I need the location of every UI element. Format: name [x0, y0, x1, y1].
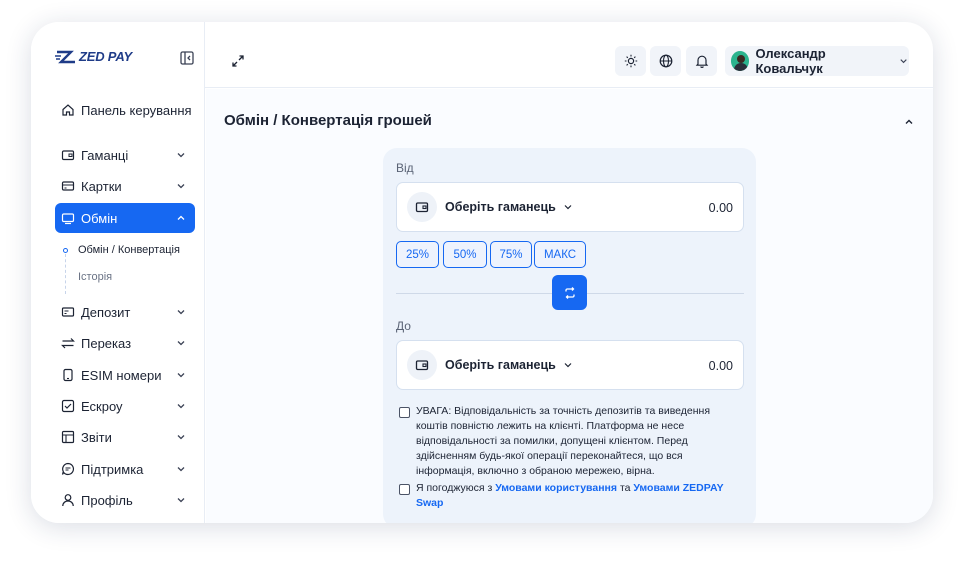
globe-icon: [659, 54, 672, 68]
user-name: Олександр Ковальчук: [755, 46, 826, 76]
sidebar-item-label: Депозит: [81, 304, 131, 320]
logo-text: ZED PAY: [79, 49, 133, 64]
swap-button[interactable]: [552, 275, 587, 310]
deposit-icon: [61, 307, 75, 317]
sidebar-item-label: Підтримка: [81, 461, 144, 477]
chevron-down-icon: [177, 341, 185, 346]
main-content: Обмін / Конвертація грошей Від Оберіть г…: [206, 89, 933, 523]
sidebar-item-deposit[interactable]: Депозит: [55, 297, 195, 327]
sidebar-item-label: Гаманці: [81, 147, 129, 163]
terms-checkbox[interactable]: [399, 484, 410, 495]
sidebar-item-support[interactable]: Підтримка: [55, 454, 195, 484]
percent-max-button[interactable]: МАКС: [534, 241, 586, 268]
from-label: Від: [396, 161, 414, 175]
support-icon: [61, 462, 75, 476]
submenu-line: [65, 254, 66, 294]
chevron-down-icon: [177, 184, 185, 189]
language-button[interactable]: [650, 46, 681, 76]
fullscreen-icon[interactable]: [231, 54, 245, 68]
app-window: ZED PAY Панель керування Гаманці Картки: [31, 22, 933, 523]
chevron-down-icon: [177, 498, 185, 503]
transfer-icon: [61, 338, 75, 349]
sidebar-item-label: Звіти: [81, 429, 112, 445]
terms-text: Я погоджуюся з Умовами користування та У…: [416, 481, 726, 511]
sidebar-item-exchange[interactable]: Обмін: [55, 203, 195, 233]
sidebar-collapse-icon[interactable]: [179, 50, 195, 66]
percent-50-button[interactable]: 50%: [443, 241, 487, 268]
chevron-down-icon: [177, 373, 185, 378]
terms-of-use-link[interactable]: Умовами користування: [495, 482, 617, 494]
sidebar-item-label: Обмін: [81, 210, 118, 226]
sidebar-item-label: ESIM номери: [81, 367, 162, 383]
submenu-item-history[interactable]: Історія: [78, 271, 112, 283]
collapse-section-icon[interactable]: [903, 116, 915, 128]
sidebar-item-cards[interactable]: Картки: [55, 171, 195, 201]
wallet-icon: [61, 150, 75, 161]
chevron-down-icon: [177, 404, 185, 409]
warning-text: УВАГА: Відповідальність за точність депо…: [416, 405, 711, 477]
sidebar-item-label: Панель керування: [81, 102, 192, 118]
to-wallet-placeholder: Оберіть гаманець: [445, 358, 556, 372]
from-wallet-select[interactable]: Оберіть гаманець 0.00: [396, 182, 744, 232]
avatar: [731, 51, 750, 71]
chevron-up-icon: [177, 215, 185, 220]
sidebar-item-escrow[interactable]: Ескроу: [55, 391, 195, 421]
from-amount: 0.00: [708, 201, 733, 215]
sidebar: ZED PAY Панель керування Гаманці Картки: [31, 22, 205, 523]
swap-icon: [564, 286, 575, 299]
sidebar-item-dashboard[interactable]: Панель керування: [55, 95, 195, 125]
escrow-icon: [61, 399, 75, 413]
percent-25-button[interactable]: 25%: [396, 241, 439, 268]
theme-toggle-button[interactable]: [615, 46, 646, 76]
sidebar-item-label: Ескроу: [81, 398, 123, 414]
wallet-icon: [415, 202, 429, 213]
sidebar-item-profile[interactable]: Профіль: [55, 485, 195, 515]
profile-icon: [62, 494, 74, 507]
home-icon: [62, 104, 74, 116]
sidebar-item-wallets[interactable]: Гаманці: [55, 140, 195, 170]
chevron-down-icon: [177, 467, 185, 472]
terms-mid: та: [619, 482, 631, 494]
to-amount: 0.00: [708, 359, 733, 373]
from-wallet-placeholder: Оберіть гаманець: [445, 200, 556, 214]
sidebar-item-label: Картки: [81, 178, 122, 194]
card-icon: [61, 181, 75, 191]
to-label: До: [396, 319, 411, 333]
wallet-icon-wrap: [407, 192, 437, 222]
submenu-item-convert[interactable]: Обмін / Конвертація: [78, 244, 180, 256]
submenu-active-dot: [63, 248, 68, 253]
exchange-icon: [61, 213, 75, 225]
chevron-down-icon: [177, 435, 185, 440]
percent-75-button[interactable]: 75%: [490, 241, 532, 268]
sidebar-item-esim[interactable]: ESIM номери: [55, 360, 195, 390]
logo-icon: [55, 50, 75, 63]
sidebar-item-label: Переказ: [81, 335, 132, 351]
chevron-down-icon: [177, 153, 185, 158]
exchange-card: Від Оберіть гаманець 0.00 25% 50% 75% МА…: [383, 148, 756, 523]
reports-icon: [61, 430, 75, 444]
sun-icon: [624, 54, 637, 68]
chevron-down-icon: [564, 205, 572, 210]
notifications-button[interactable]: [686, 46, 717, 76]
to-wallet-select[interactable]: Оберіть гаманець 0.00: [396, 340, 744, 390]
logo[interactable]: ZED PAY: [55, 49, 132, 64]
topbar: Олександр Ковальчук: [205, 22, 933, 88]
chevron-down-icon: [900, 59, 907, 64]
sidebar-item-reports[interactable]: Звіти: [55, 422, 195, 452]
terms-prefix: Я погоджуюся з: [416, 482, 493, 494]
chevron-down-icon: [177, 310, 185, 315]
user-menu[interactable]: Олександр Ковальчук: [725, 46, 909, 76]
page-title: Обмін / Конвертація грошей: [224, 112, 432, 129]
bell-icon: [695, 55, 708, 68]
warning-checkbox[interactable]: [399, 407, 410, 418]
sidebar-item-label: Профіль: [81, 492, 133, 508]
sidebar-item-transfer[interactable]: Переказ: [55, 328, 195, 358]
wallet-icon-wrap: [407, 350, 437, 380]
wallet-icon: [415, 360, 429, 371]
sim-icon: [63, 368, 73, 382]
chevron-down-icon: [564, 363, 572, 368]
